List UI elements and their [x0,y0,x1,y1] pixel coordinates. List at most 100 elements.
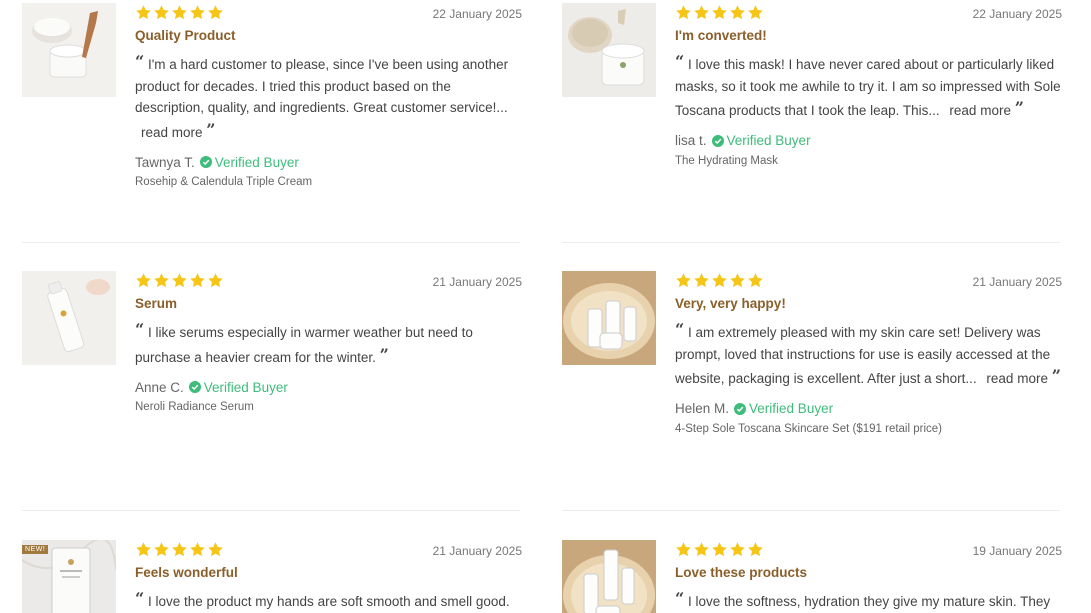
author-name: Anne C. [135,379,184,395]
check-badge-icon [711,134,724,147]
verified-label: Verified Buyer [726,133,811,148]
review-body: 22 January 2025 Quality Product “ I'm a … [135,3,522,188]
star-icon [729,272,746,289]
review-author: lisa t. Verified Buyer [675,132,1062,150]
read-more-link[interactable]: read more [141,125,203,140]
open-quote-icon: “ [675,589,685,608]
star-icon [675,272,692,289]
close-quote-icon: ” [379,344,389,364]
star-icon [189,541,206,558]
review-author: Helen M. Verified Buyer [675,400,1062,418]
star-icon [693,272,710,289]
star-icon [747,4,764,21]
star-icon [711,4,728,21]
star-icon [711,272,728,289]
review-text: “ I love the product my hands are soft s… [135,588,522,613]
read-more-link[interactable]: read more [986,371,1048,386]
star-icon [729,4,746,21]
close-quote-icon: ” [1051,366,1061,385]
open-quote-icon: “ [135,589,145,608]
review-date: 21 January 2025 [972,275,1062,289]
open-quote-icon: “ [135,52,145,71]
close-quote-icon: ” [1014,98,1024,117]
divider [562,242,1060,243]
new-badge: NEW! [22,545,49,554]
reviewed-product: 4-Step Sole Toscana Skincare Set ($191 r… [675,422,942,435]
open-quote-icon: “ [675,320,685,339]
read-more-link[interactable]: read more [949,103,1011,118]
verified-buyer-badge: Verified Buyer [188,379,288,395]
verified-label: Verified Buyer [749,401,834,416]
review-body: 21 January 2025 Serum “ I like serums es… [135,271,522,413]
divider [22,510,520,511]
star-icon [171,272,188,289]
review-body: 19 January 2025 Love these products “ I … [675,540,1062,613]
open-quote-icon: “ [135,320,145,339]
star-icon [207,541,224,558]
star-icon [153,272,170,289]
author-name: lisa t. [675,133,707,148]
review-body: 21 January 2025 Very, very happy! “ I am… [675,271,1062,435]
star-icon [693,541,710,558]
review-date: 22 January 2025 [972,7,1062,21]
review-author: Anne C. Verified Buyer [135,378,522,396]
review-title: I'm converted! [675,28,767,43]
star-icon [135,272,152,289]
review-title: Feels wonderful [135,565,238,580]
divider [562,510,1060,511]
review-date: 21 January 2025 [432,544,522,558]
star-icon [693,4,710,21]
check-badge-icon [188,381,201,393]
product-thumbnail[interactable] [22,271,116,365]
star-icon [747,272,764,289]
verified-buyer-badge: Verified Buyer [711,133,811,148]
review-date: 22 January 2025 [432,7,522,21]
close-quote-icon: ” [206,119,216,139]
review-text-content: I like serums especially in warmer weath… [135,325,473,365]
divider [22,242,520,243]
review-text: “ I love the softness, hydration they gi… [675,588,1062,613]
star-icon [189,4,206,21]
check-badge-icon [734,402,747,415]
review-author: Tawnya T. Verified Buyer [135,153,522,171]
review-title: Love these products [675,565,808,580]
verified-label: Verified Buyer [203,379,288,395]
product-thumbnail[interactable] [562,271,656,365]
verified-buyer-badge: Verified Buyer [734,401,833,416]
star-icon [135,4,152,21]
star-icon [153,541,170,558]
star-icon [711,541,728,558]
review-body: 22 January 2025 I'm converted! “ I love … [675,3,1062,167]
verified-label: Verified Buyer [214,154,299,170]
product-thumbnail[interactable]: NEW! [22,540,116,613]
star-icon [189,272,206,289]
product-thumbnail[interactable] [22,3,116,97]
review-text: “ I like serums especially in warmer wea… [135,319,522,368]
review-text: “ I love this mask! I have never cared a… [675,51,1062,122]
check-badge-icon [199,156,212,168]
review-title: Quality Product [135,28,236,43]
star-icon [171,541,188,558]
star-icon [207,272,224,289]
verified-buyer-badge: Verified Buyer [199,154,299,170]
author-name: Tawnya T. [135,154,195,170]
star-icon [675,4,692,21]
review-text-content: I love the product my hands are soft smo… [147,594,510,609]
review-title: Serum [135,296,178,311]
reviewed-product: Rosehip & Calendula Triple Cream [135,176,313,188]
author-name: Helen M. [675,401,730,416]
star-icon [747,541,764,558]
review-text: “ I'm a hard customer to please, since I… [135,51,522,143]
product-thumbnail[interactable] [562,3,656,97]
review-text-content: I'm a hard customer to please, since I'v… [135,57,509,115]
star-icon [135,541,152,558]
review-date: 21 January 2025 [432,275,522,289]
review-title: Very, very happy! [675,296,786,311]
reviewed-product: Neroli Radiance Serum [135,401,254,413]
star-icon [153,4,170,21]
product-thumbnail[interactable] [562,540,656,613]
star-icon [207,4,224,21]
review-text-content: I love the softness, hydration they give… [687,594,1051,609]
star-icon [729,541,746,558]
star-icon [675,541,692,558]
